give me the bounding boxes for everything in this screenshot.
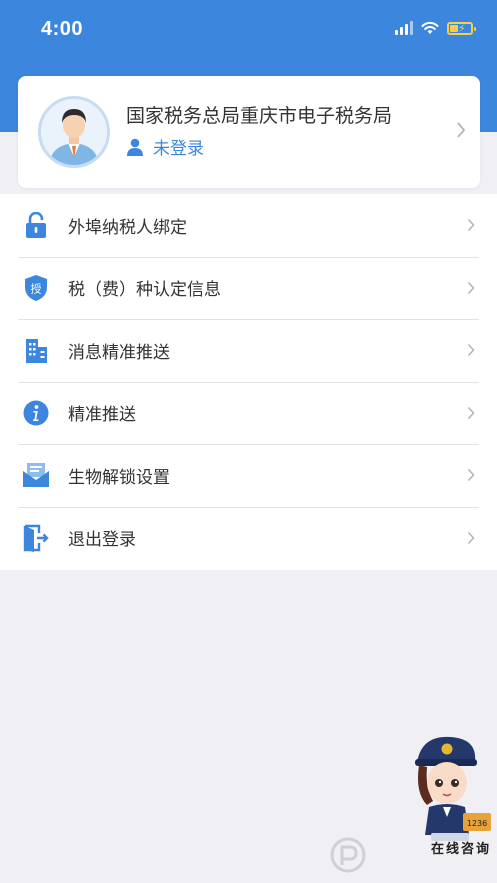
org-name: 国家税务总局重庆市电子税务局	[126, 106, 393, 127]
menu-item-tax-type-info[interactable]: 授 税（费）种认定信息	[0, 256, 497, 320]
chevron-right-icon	[467, 219, 475, 232]
info-icon	[22, 399, 50, 427]
envelope-icon	[22, 461, 50, 489]
login-status-label: 未登录	[153, 139, 204, 158]
building-icon	[22, 336, 50, 364]
chevron-right-icon	[467, 469, 475, 482]
chevron-right-icon	[467, 406, 475, 419]
chevron-right-icon	[457, 122, 466, 138]
chevron-right-icon	[467, 344, 475, 357]
menu-item-label: 生物解锁设置	[68, 467, 170, 487]
status-bar: 4:00 ⚡	[0, 0, 497, 60]
logout-icon	[22, 524, 50, 552]
menu-item-taxpayer-binding[interactable]: 外埠纳税人绑定	[0, 194, 497, 257]
battery-icon: ⚡	[447, 21, 476, 35]
menu-item-precise-push[interactable]: 精准推送	[0, 381, 497, 445]
menu-item-label: 税（费）种认定信息	[68, 280, 221, 300]
avatar	[38, 96, 110, 168]
menu-list: 外埠纳税人绑定 授 税（费）种认定信息 消息精准推送 精准推送 生物解锁设置 退…	[0, 194, 497, 570]
menu-item-label: 退出登录	[68, 530, 136, 550]
menu-item-label: 外埠纳税人绑定	[68, 217, 187, 237]
mascot-badge: 1236	[467, 819, 487, 828]
shield-icon: 授	[22, 274, 50, 302]
shield-badge-text: 授	[31, 281, 42, 295]
login-status[interactable]: 未登录	[126, 134, 204, 159]
signal-icon	[395, 21, 413, 35]
menu-item-message-push[interactable]: 消息精准推送	[0, 319, 497, 382]
chevron-right-icon	[467, 531, 475, 544]
menu-item-biometric-unlock[interactable]: 生物解锁设置	[0, 444, 497, 507]
profile-card[interactable]: 国家税务总局重庆市电子税务局 未登录	[18, 76, 480, 188]
menu-item-label: 精准推送	[68, 405, 136, 425]
lock-icon	[22, 211, 50, 239]
status-icons: ⚡	[395, 21, 476, 35]
status-time: 4:00	[41, 18, 84, 40]
wifi-icon	[421, 21, 439, 34]
menu-item-logout[interactable]: 退出登录	[0, 506, 497, 570]
menu-item-label: 消息精准推送	[68, 342, 170, 362]
chevron-right-icon	[467, 281, 475, 294]
user-icon	[127, 138, 143, 156]
watermark-logo	[330, 837, 366, 873]
